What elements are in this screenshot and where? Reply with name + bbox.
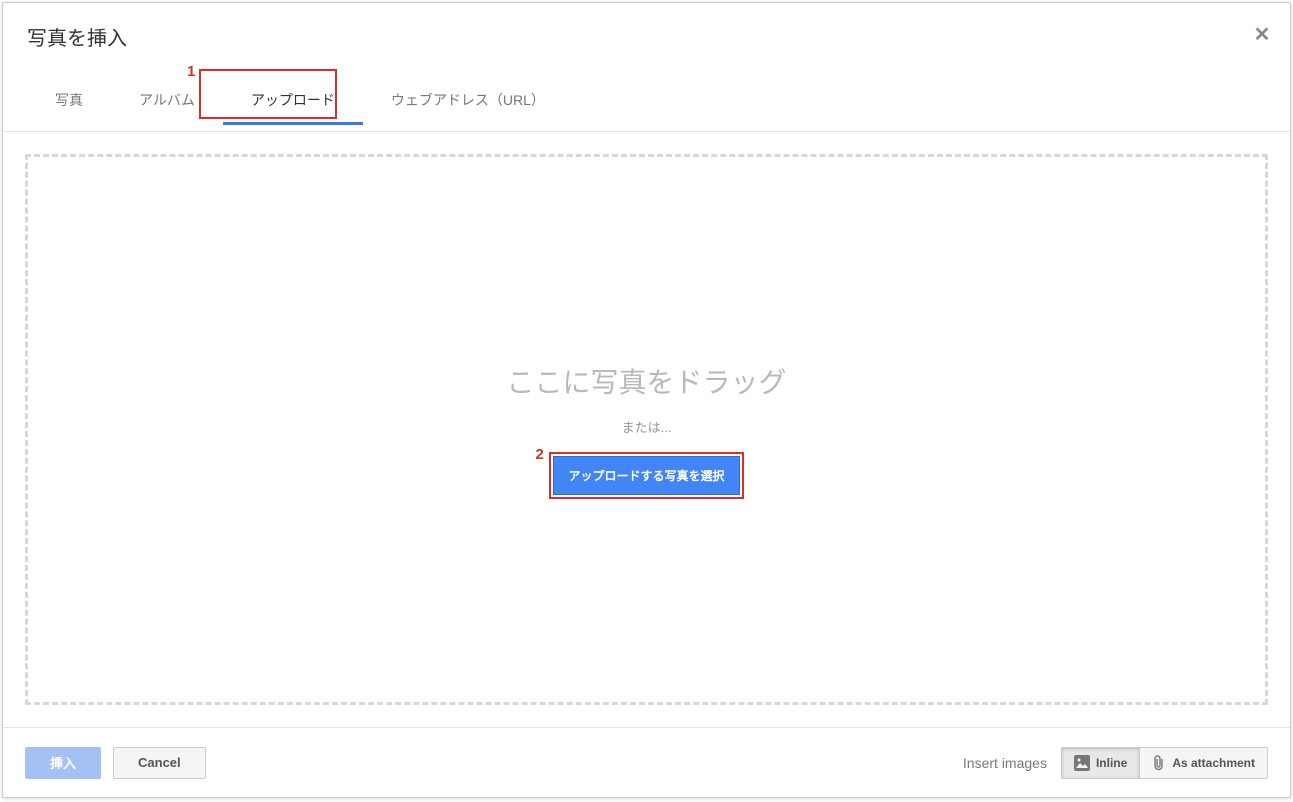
drag-instruction-text: ここに写真をドラッグ <box>506 361 786 401</box>
tab-albums[interactable]: アルバム <box>111 75 223 125</box>
inline-label: Inline <box>1096 756 1127 770</box>
insert-photo-dialog: 写真を挿入 ✕ 写真 アルバム アップロード ウェブアドレス（URL） 1 ここ… <box>2 2 1291 798</box>
dialog-header: 写真を挿入 ✕ <box>3 3 1290 69</box>
dialog-content: ここに写真をドラッグ または... アップロードする写真を選択 2 <box>3 132 1290 727</box>
tab-upload[interactable]: アップロード <box>223 75 363 125</box>
annotation-number-2: 2 <box>535 446 543 463</box>
dialog-title: 写真を挿入 <box>27 22 127 51</box>
close-icon: ✕ <box>1254 24 1271 46</box>
select-photos-button[interactable]: アップロードする写真を選択 <box>553 456 739 495</box>
insert-button[interactable]: 挿入 <box>25 747 101 779</box>
annotation-box-2: アップロードする写真を選択 2 <box>549 452 743 499</box>
cancel-button[interactable]: Cancel <box>113 747 206 779</box>
attachment-toggle-button[interactable]: As attachment <box>1140 747 1268 779</box>
inline-toggle-button[interactable]: Inline <box>1061 747 1140 779</box>
image-icon <box>1074 755 1090 771</box>
insert-mode-toggle: Inline As attachment <box>1061 747 1268 779</box>
upload-dropzone[interactable]: ここに写真をドラッグ または... アップロードする写真を選択 2 <box>25 154 1268 705</box>
paperclip-icon <box>1152 755 1166 771</box>
insert-images-label: Insert images <box>963 755 1047 771</box>
or-text: または... <box>622 417 672 436</box>
footer-right-group: Insert images Inline As attachment <box>963 747 1268 779</box>
attachment-label: As attachment <box>1172 756 1255 770</box>
tab-bar: 写真 アルバム アップロード ウェブアドレス（URL） 1 <box>3 69 1290 132</box>
tab-photos[interactable]: 写真 <box>27 75 111 125</box>
close-button[interactable]: ✕ <box>1252 25 1272 45</box>
dialog-footer: 挿入 Cancel Insert images Inline As attach… <box>3 727 1290 797</box>
tab-url[interactable]: ウェブアドレス（URL） <box>363 75 573 125</box>
